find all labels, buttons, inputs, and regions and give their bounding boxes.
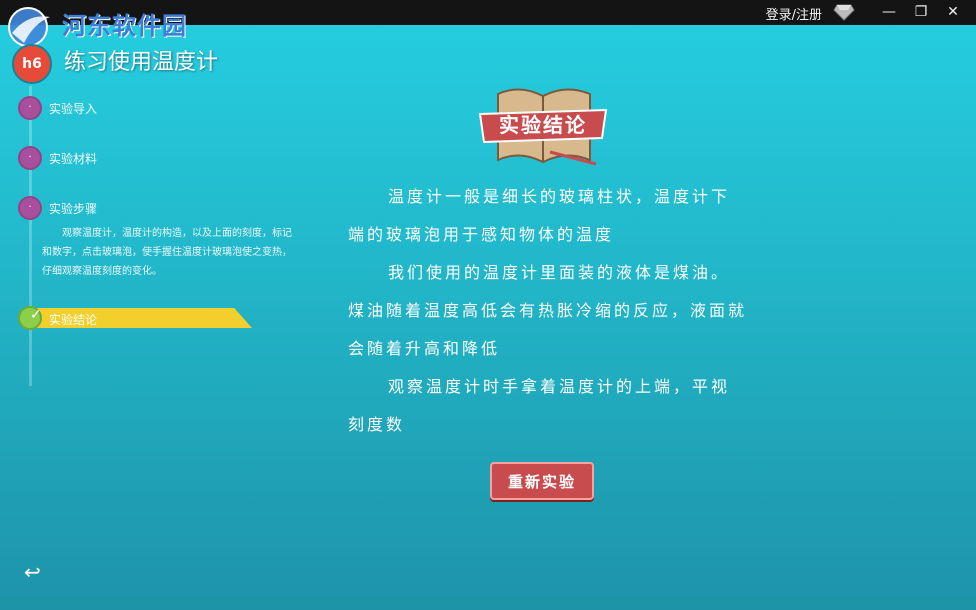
sidebar-step-conclusion[interactable]: ✓ 实验结论 — [18, 306, 254, 330]
sidebar-step-procedure[interactable]: · 实验步骤 — [18, 196, 258, 220]
check-icon: ✓ — [30, 307, 42, 323]
page-title: 练习使用温度计 — [64, 50, 219, 75]
step-description: 观察温度计，温度计的构造，以及上面的刻度，标记和数字，点击玻璃泡，使手握住温度计… — [42, 228, 292, 277]
step-dot-icon: · — [18, 146, 42, 170]
step-dot-icon: · — [18, 96, 42, 120]
login-register-link[interactable]: 登录/注册 — [766, 4, 822, 23]
sidebar-step-label: 实验结论 — [49, 313, 98, 327]
conclusion-paragraph: 温度计一般是细长的玻璃柱状，温度计下端的玻璃泡用于感知物体的温度 — [348, 187, 731, 244]
sidebar-timeline — [29, 86, 32, 386]
restore-button[interactable]: ❐ — [912, 4, 930, 20]
conclusion-paragraph: 我们使用的温度计里面装的液体是煤油。煤油随着温度高低会有热胀冷缩的反应，液面就会… — [348, 263, 748, 358]
sidebar-step-intro[interactable]: · 实验导入 — [18, 96, 258, 120]
conclusion-text: 温度计一般是细长的玻璃柱状，温度计下端的玻璃泡用于感知物体的温度 我们使用的温度… — [348, 178, 748, 444]
sidebar-step-materials[interactable]: · 实验材料 — [18, 146, 258, 170]
sidebar-step-label: 实验材料 — [49, 152, 98, 166]
sidebar-step-label: 实验步骤 — [49, 202, 98, 216]
close-button[interactable]: ✕ — [944, 4, 962, 20]
section-title: 实验结论 — [499, 113, 587, 137]
diamond-icon[interactable] — [833, 1, 855, 21]
conclusion-paragraph: 观察温度计时手拿着温度计的上端，平视刻度数 — [348, 377, 731, 434]
back-arrow-icon[interactable]: ↩ — [24, 560, 41, 584]
restart-experiment-button[interactable]: 重新实验 — [490, 462, 594, 500]
watermark-site-name: 河东软件园 — [62, 11, 187, 40]
sidebar-step-label: 实验导入 — [49, 102, 98, 116]
watermark-logo-icon — [8, 7, 50, 47]
minimize-button[interactable]: — — [880, 4, 898, 20]
lesson-badge: h6 — [12, 44, 52, 84]
step-dot-icon: · — [18, 196, 42, 220]
